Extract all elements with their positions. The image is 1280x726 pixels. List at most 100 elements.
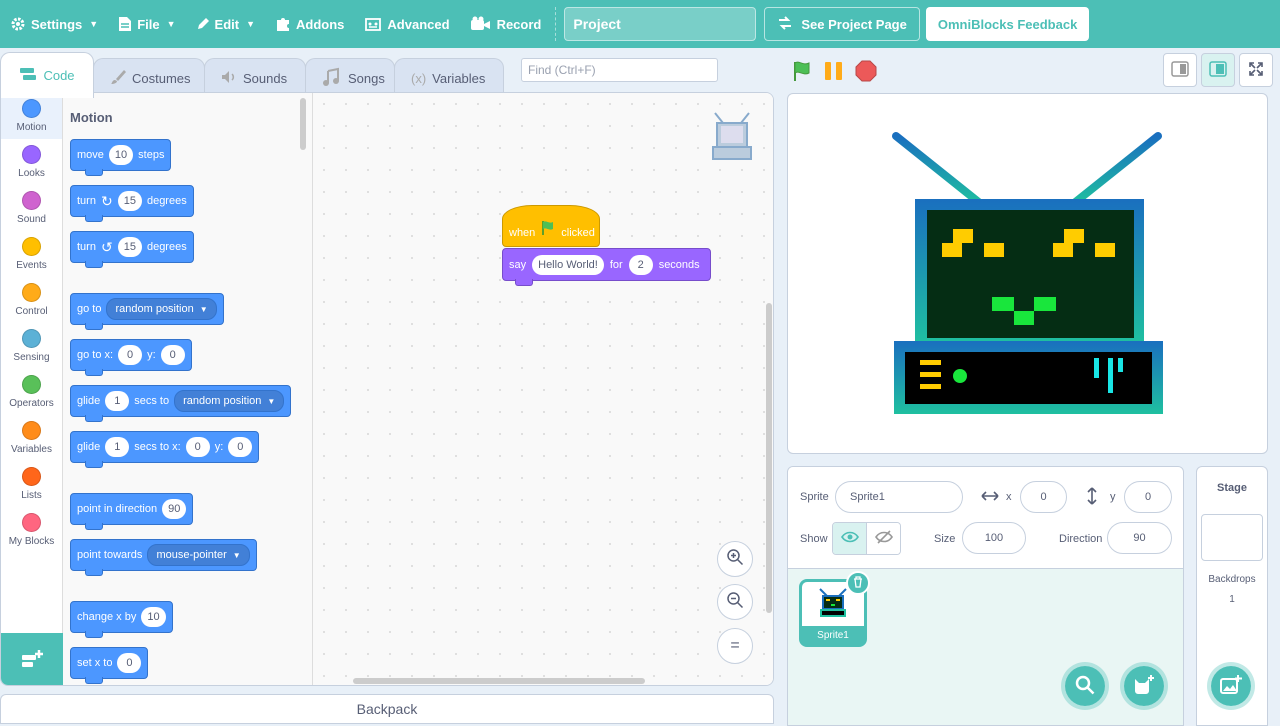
cat-plus-icon <box>1133 674 1155 699</box>
add-backdrop-button[interactable] <box>1207 662 1255 710</box>
block-point-towards[interactable]: point towards mouse-pointer ▼ <box>70 539 257 576</box>
small-stage-button[interactable] <box>1163 53 1197 87</box>
remix-icon <box>777 15 793 33</box>
block-go-to-xy[interactable]: go to x: 0 y: 0 <box>70 339 192 376</box>
steps-input[interactable]: 10 <box>108 145 134 165</box>
green-flag-icon <box>791 61 813 85</box>
category-menu: Motion Looks Sound Events Control Sensin… <box>1 93 63 633</box>
block-change-x[interactable]: change x by 10 <box>70 601 173 638</box>
block-glide-to[interactable]: glide 1 secs to random position ▼ <box>70 385 292 422</box>
tab-code[interactable]: Code <box>0 52 94 98</box>
see-project-page-button[interactable]: See Project Page <box>764 7 920 41</box>
variable-icon: (x) <box>411 71 427 86</box>
file-label: File <box>137 16 160 32</box>
stop-button[interactable] <box>855 60 877 82</box>
sprite-preview-icon <box>709 111 755 164</box>
edit-menu[interactable]: Edit ▼ <box>186 0 265 48</box>
fullscreen-button[interactable] <box>1239 53 1273 87</box>
degrees-input[interactable]: 15 <box>117 237 142 257</box>
target-dropdown[interactable]: random position ▼ <box>174 390 285 412</box>
y-input[interactable]: 0 <box>228 437 253 457</box>
message-input[interactable]: Hello World! <box>532 254 604 275</box>
x-input[interactable]: 0 <box>185 437 210 457</box>
stage-selector[interactable]: Stage Backdrops 1 <box>1196 466 1268 726</box>
direction-input[interactable]: 90 <box>162 499 187 519</box>
pause-button[interactable] <box>823 60 845 82</box>
category-sound[interactable]: Sound <box>1 185 62 231</box>
block-point-in-direction[interactable]: point in direction 90 <box>70 493 194 530</box>
stage-canvas[interactable] <box>787 93 1268 454</box>
category-sensing[interactable]: Sensing <box>1 323 62 369</box>
horizontal-arrows-icon <box>981 490 999 505</box>
target-dropdown[interactable]: random position ▼ <box>106 298 217 320</box>
block-turn-right[interactable]: turn ↻ 15 degrees <box>70 185 194 222</box>
x-input[interactable]: 10 <box>141 607 166 627</box>
y-input[interactable]: 0 <box>1124 481 1172 513</box>
chevron-down-icon: ▼ <box>166 19 176 29</box>
block-glide-to-xy[interactable]: glide 1 secs to x: 0 y: 0 <box>70 431 260 468</box>
zoom-out-button[interactable] <box>717 584 753 620</box>
category-motion[interactable]: Motion <box>1 93 62 139</box>
say-for-seconds-block[interactable]: say Hello World! for 2 seconds <box>502 248 711 286</box>
category-events[interactable]: Events <box>1 231 62 277</box>
secs-input[interactable]: 1 <box>105 391 130 411</box>
target-dropdown[interactable]: mouse-pointer ▼ <box>147 544 250 566</box>
zoom-in-button[interactable] <box>717 541 753 577</box>
settings-menu[interactable]: Settings ▼ <box>0 0 108 48</box>
backdrop-thumbnail[interactable] <box>1201 514 1263 561</box>
block-move-steps[interactable]: move 10 steps <box>70 139 172 176</box>
music-note-icon <box>322 67 342 90</box>
green-flag-icon <box>540 220 556 239</box>
category-lists[interactable]: Lists <box>1 461 62 507</box>
block-go-to[interactable]: go to random position ▼ <box>70 293 224 330</box>
file-menu[interactable]: File ▼ <box>108 0 185 48</box>
x-input[interactable]: 0 <box>117 653 142 673</box>
show-button[interactable] <box>833 523 866 554</box>
code-area: Motion Looks Sound Events Control Sensin… <box>0 92 774 686</box>
size-input[interactable]: 100 <box>962 522 1026 554</box>
add-sprite-button[interactable] <box>1120 662 1168 710</box>
search-sprite-button[interactable] <box>1061 662 1109 710</box>
visibility-toggle <box>832 522 901 555</box>
x-input[interactable]: 0 <box>118 345 143 365</box>
addons-menu[interactable]: Addons <box>265 0 354 48</box>
category-label: Looks <box>18 168 45 179</box>
block-set-x[interactable]: set x to 0 <box>70 647 149 684</box>
my-blocks-dot-icon <box>22 513 41 532</box>
find-input[interactable]: Find (Ctrl+F) <box>521 58 718 82</box>
seconds-input[interactable]: 2 <box>628 254 653 275</box>
palette-scrollbar[interactable] <box>300 98 306 150</box>
category-operators[interactable]: Operators <box>1 369 62 415</box>
category-label: Events <box>16 260 47 271</box>
workspace-vertical-scrollbar[interactable] <box>766 303 772 613</box>
category-looks[interactable]: Looks <box>1 139 62 185</box>
workspace-horizontal-scrollbar[interactable] <box>353 678 645 684</box>
zoom-reset-button[interactable]: = <box>717 628 753 664</box>
circuit-board-icon <box>364 16 382 32</box>
block-turn-left[interactable]: turn ↺ 15 degrees <box>70 231 194 268</box>
category-variables[interactable]: Variables <box>1 415 62 461</box>
hide-button[interactable] <box>866 523 900 554</box>
when-flag-clicked-block[interactable]: when clicked <box>502 205 600 247</box>
green-flag-button[interactable] <box>791 60 813 82</box>
x-input[interactable]: 0 <box>1020 481 1067 513</box>
delete-sprite-button[interactable] <box>846 571 870 595</box>
category-my-blocks[interactable]: My Blocks <box>1 507 62 553</box>
add-extension-button[interactable] <box>1 633 63 685</box>
record-label: Record <box>496 16 542 32</box>
y-input[interactable]: 0 <box>160 345 185 365</box>
secs-input[interactable]: 1 <box>105 437 130 457</box>
advanced-menu[interactable]: Advanced <box>354 0 459 48</box>
record-menu[interactable]: Record <box>460 0 552 48</box>
degrees-input[interactable]: 15 <box>117 191 142 211</box>
feedback-button[interactable]: OmniBlocks Feedback <box>925 7 1090 41</box>
project-title-input[interactable]: Project <box>564 7 757 41</box>
script-workspace[interactable]: when clicked say Hello World! for 2 seco… <box>313 93 773 685</box>
variables-dot-icon <box>22 421 41 440</box>
block-text: glide <box>77 441 101 453</box>
sprite-name-input[interactable]: Sprite1 <box>835 481 963 513</box>
direction-input[interactable]: 90 <box>1107 522 1172 554</box>
sprite-info-panel: Sprite Sprite1 x 0 y 0 Show Size 100 Dir… <box>788 467 1183 569</box>
normal-stage-button[interactable] <box>1201 53 1235 87</box>
category-control[interactable]: Control <box>1 277 62 323</box>
